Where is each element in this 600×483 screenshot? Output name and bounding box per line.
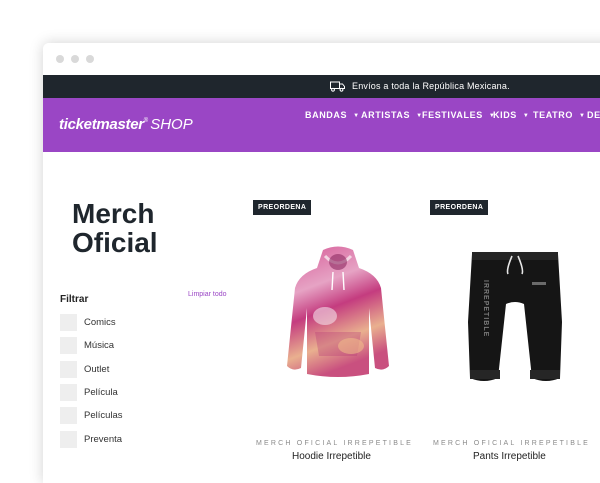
filter-option-label: Preventa	[84, 434, 123, 445]
filter-checkbox[interactable]	[60, 431, 77, 448]
product-card[interactable]: PREORDENA IRREPETIBLE MERCH OFICIAL IRRE…	[430, 200, 600, 480]
chevron-down-icon: ▼	[353, 113, 360, 119]
nav-item-de[interactable]: DE	[587, 110, 600, 120]
nav-item-label: FESTIVALES	[422, 110, 483, 120]
product-card[interactable]: PREORDENA MERCH OFICIAL IRREPETIBLE Hood…	[253, 200, 423, 480]
chevron-down-icon: ▼	[578, 113, 586, 119]
svg-text:IRREPETIBLE: IRREPETIBLE	[482, 280, 489, 337]
preorder-badge: PREORDENA	[430, 200, 489, 215]
filter-option-label: Outlet	[84, 364, 110, 375]
window-dot-icon	[86, 55, 94, 63]
filter-checkbox[interactable]	[60, 407, 77, 424]
product-name[interactable]: Pants Irrepetible	[473, 451, 546, 462]
page-title: Merch Oficial	[72, 198, 158, 258]
brand-name: ticketmaster	[59, 116, 144, 133]
filter-option-label: Películas	[84, 410, 123, 421]
filter-option-label: Música	[84, 340, 115, 351]
nav-item-artistas[interactable]: ARTISTAS ▼	[361, 110, 423, 120]
shipping-text: Envíos a toda la República Mexicana.	[352, 81, 510, 91]
nav-item-festivales[interactable]: FESTIVALES ▼	[422, 110, 495, 120]
filter-checkbox[interactable]	[60, 314, 77, 331]
product-image[interactable]: IRREPETIBLE	[462, 248, 568, 388]
clear-filters-link[interactable]: Limpiar todo	[188, 291, 227, 298]
filter-heading: Filtrar	[60, 294, 89, 305]
chevron-down-icon: ▼	[522, 113, 530, 119]
brand-logo[interactable]: ticketmaster® SHOP	[59, 116, 193, 134]
nav-item-label: ARTISTAS	[361, 110, 411, 120]
nav-item-label: KIDS	[493, 110, 517, 120]
preorder-badge: PREORDENA	[253, 200, 312, 215]
window-dot-icon	[71, 55, 79, 63]
filter-option-label: Película	[84, 387, 118, 398]
nav-item-label: BANDAS	[305, 110, 348, 120]
brand-suffix: SHOP	[150, 116, 193, 133]
product-name[interactable]: Hoodie Irrepetible	[292, 451, 371, 462]
filter-checkbox[interactable]	[60, 337, 77, 354]
filter-option-label: Comics	[84, 317, 116, 328]
product-image[interactable]	[285, 246, 391, 388]
nav-item-label: TEATRO	[533, 110, 573, 120]
brand-registered-mark: ®	[143, 118, 149, 124]
filter-checkbox[interactable]	[60, 361, 77, 378]
nav-item-label: DE	[587, 110, 600, 120]
browser-chrome	[43, 43, 600, 75]
nav-item-bandas[interactable]: BANDAS ▼	[305, 110, 360, 120]
browser-window: Envíos a toda la República Mexicana. tic…	[43, 43, 600, 483]
product-category: MERCH OFICIAL IRREPETIBLE	[256, 440, 414, 447]
shipping-banner: Envíos a toda la República Mexicana.	[43, 75, 600, 98]
nav-item-teatro[interactable]: TEATRO ▼	[533, 110, 585, 120]
main-navbar: ticketmaster® SHOP BANDAS ▼ ARTISTAS ▼ FEST…	[43, 98, 600, 152]
nav-item-kids[interactable]: KIDS ▼	[493, 110, 529, 120]
product-category: MERCH OFICIAL IRREPETIBLE	[433, 440, 591, 447]
truck-icon	[330, 81, 345, 92]
window-dot-icon	[56, 55, 64, 63]
filter-checkbox[interactable]	[60, 384, 77, 401]
